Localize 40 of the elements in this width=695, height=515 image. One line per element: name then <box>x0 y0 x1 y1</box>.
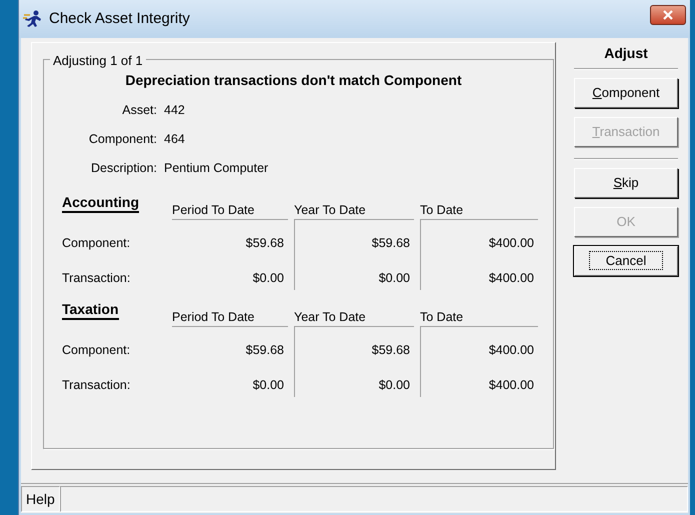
column-header: To Date <box>420 189 538 220</box>
close-button[interactable] <box>650 5 686 25</box>
runner-icon <box>23 10 43 28</box>
row-label: Component: <box>62 342 132 360</box>
amount-cell-text: $0.00 <box>252 377 285 394</box>
mismatch-heading: Depreciation transactions don't match Component <box>124 71 463 90</box>
amount-cell-text: $59.68 <box>244 342 285 360</box>
field-value: 464 <box>164 131 185 148</box>
field-label: Description: <box>90 160 158 178</box>
column-header: Period To Date <box>172 296 288 327</box>
column-header: Period To Date <box>172 189 288 220</box>
column-header: To Date <box>420 296 538 327</box>
amount-cell: $400.00 <box>420 255 544 290</box>
field-value: 442 <box>164 102 185 120</box>
amount-cell-text: $59.68 <box>244 235 285 252</box>
section-title: Accounting <box>62 193 139 213</box>
amount-cell: $400.00 <box>420 362 544 397</box>
amount-cell: $0.00 <box>294 362 420 397</box>
window-title: Check Asset Integrity <box>49 8 191 29</box>
amount-cell: $0.00 <box>294 255 420 290</box>
close-icon <box>662 10 674 20</box>
amount-cell: $400.00 <box>420 327 544 362</box>
amount-cell: $59.68 <box>294 327 420 362</box>
row-label: Component: <box>62 235 132 252</box>
adjust-heading: Adjust <box>604 44 648 62</box>
dialog-button[interactable]: Component <box>574 78 678 108</box>
row-label: Transaction: <box>62 270 132 288</box>
dialog-button[interactable]: Cancel <box>574 246 678 276</box>
field-label: Component: <box>88 131 158 148</box>
field-label: Asset: <box>121 102 158 120</box>
column-header: Year To Date <box>294 189 414 220</box>
amount-cell: $59.68 <box>294 220 420 255</box>
dialog-button[interactable]: Skip <box>574 168 678 198</box>
section-title: Taxation <box>62 300 119 320</box>
amount-cell-text: $0.00 <box>252 270 285 288</box>
amount-cell: $400.00 <box>420 220 544 255</box>
row-label: Transaction: <box>62 377 132 394</box>
status-panel: Help <box>21 486 60 512</box>
column-header: Year To Date <box>294 296 414 327</box>
field-value: Pentium Computer <box>164 160 268 178</box>
